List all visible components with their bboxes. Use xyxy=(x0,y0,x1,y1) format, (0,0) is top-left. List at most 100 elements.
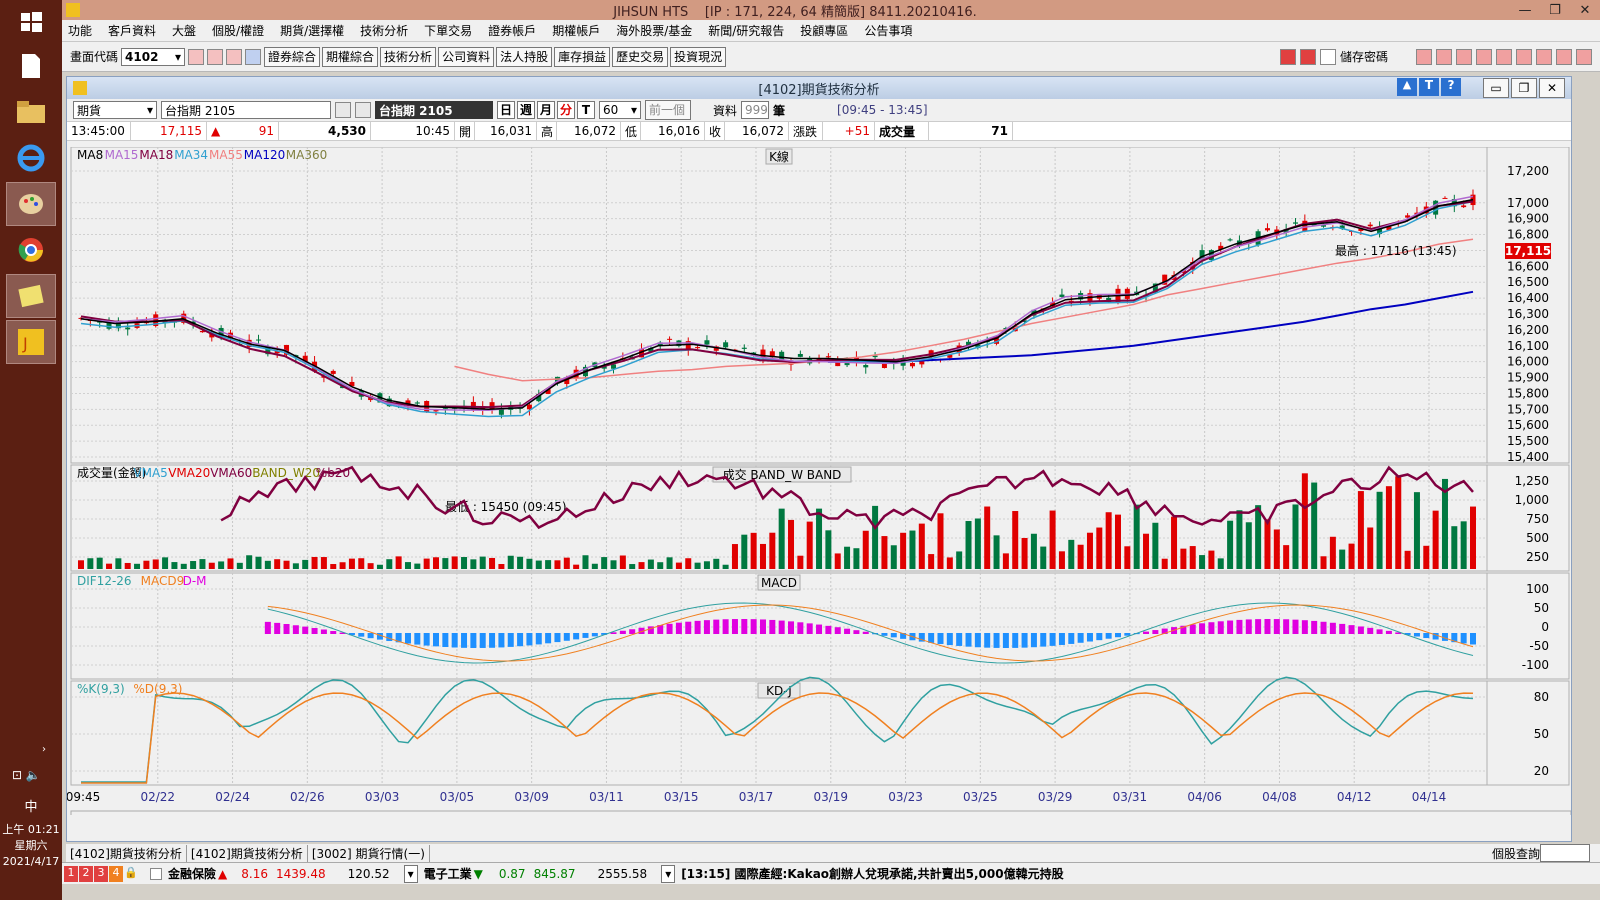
window-tab[interactable]: [3002] 期貨行情(一) xyxy=(308,844,430,862)
file-icon[interactable] xyxy=(6,44,56,88)
ticker-checkbox[interactable] xyxy=(150,867,162,880)
macd-bar xyxy=(1348,625,1355,634)
tool-icon[interactable] xyxy=(1556,48,1572,65)
macd-bar xyxy=(489,633,496,648)
macd-bar xyxy=(694,620,701,634)
tool-icon[interactable] xyxy=(1456,48,1472,65)
jihsun-hts-icon[interactable]: J xyxy=(6,320,56,364)
menu-item[interactable]: 客戶資料 xyxy=(108,22,156,39)
system-clock[interactable]: 上午 01:21 星期六 2021/4/17 xyxy=(0,822,62,870)
volume-bar xyxy=(1470,506,1476,569)
contract-select[interactable]: 台指期 2105 xyxy=(161,101,331,119)
save-password-checkbox[interactable] xyxy=(1319,48,1336,65)
toolbar-button[interactable]: 技術分析 xyxy=(380,46,437,67)
internet-explorer-icon[interactable] xyxy=(6,136,56,180)
macd-bar xyxy=(573,633,580,640)
volume-bar xyxy=(1273,529,1280,569)
toolbar-button[interactable]: 投資現況 xyxy=(670,46,727,67)
interval-select[interactable]: 60 ▾ xyxy=(599,101,641,119)
toolbar-button[interactable]: 歷史交易 xyxy=(612,46,669,67)
menu-item[interactable]: 下單交易 xyxy=(424,22,472,39)
price-tick: 15,900 xyxy=(1507,371,1549,385)
window-tab[interactable]: [4102]期貨技術分析 xyxy=(66,844,187,862)
menu-item[interactable]: 功能 xyxy=(68,22,92,39)
window-tab[interactable]: [4102]期貨技術分析 xyxy=(187,844,308,862)
notes-app-icon[interactable] xyxy=(6,274,56,318)
period-button[interactable]: 分 xyxy=(557,101,575,119)
screen-4-button[interactable]: 4 xyxy=(109,865,123,882)
volume-bar xyxy=(1348,543,1355,569)
close-icon[interactable] xyxy=(1576,48,1592,65)
last-price: 17,115 xyxy=(1505,244,1551,258)
tool-icon[interactable] xyxy=(1436,48,1452,65)
product-type-select[interactable]: 期貨 ▾ xyxy=(73,101,157,119)
quote-total-volume: 4,530 xyxy=(279,122,371,140)
dropdown-icon[interactable] xyxy=(245,48,262,65)
macd-bar xyxy=(1329,622,1336,634)
flag-icon[interactable] xyxy=(1299,48,1316,65)
period-button[interactable]: 週 xyxy=(517,101,535,119)
volume-bar xyxy=(292,563,299,569)
chrome-icon[interactable] xyxy=(6,228,56,272)
ticker-dropdown[interactable]: ▾ xyxy=(403,864,418,883)
lock-icon[interactable]: 🔒 xyxy=(124,866,138,882)
period-button[interactable]: 月 xyxy=(537,101,555,119)
windows-start-icon[interactable] xyxy=(6,0,56,44)
ime-indicator[interactable]: 中 xyxy=(0,796,62,815)
dropdown-arrow-icon[interactable] xyxy=(335,102,351,118)
macd-bar xyxy=(769,619,776,634)
print-icon[interactable] xyxy=(226,48,243,65)
tray-expand-icon[interactable]: › xyxy=(42,744,46,755)
news-ticker[interactable]: [13:15] 國際產經:Kakao創辦人兌現承諾,共計賣出5,000億韓元持股 xyxy=(681,865,1063,882)
macd-bar xyxy=(1189,624,1196,634)
open-value: 16,031 xyxy=(475,122,537,140)
close-button[interactable]: ✕ xyxy=(1570,3,1600,18)
volume-bar xyxy=(1030,533,1037,569)
search-icon[interactable] xyxy=(188,48,205,65)
menu-item[interactable]: 公告事項 xyxy=(864,22,912,39)
flag-icon[interactable] xyxy=(1279,48,1296,65)
toolbar-button[interactable]: 法人持股 xyxy=(496,46,553,67)
menu-item[interactable]: 投顧專區 xyxy=(800,22,848,39)
prev-button[interactable]: 前一個 xyxy=(645,100,691,120)
menu-item[interactable]: 大盤 xyxy=(172,22,196,39)
tool-icon[interactable] xyxy=(1476,48,1492,65)
volume-bar xyxy=(1376,491,1383,569)
menu-item[interactable]: 個股/權證 xyxy=(212,22,264,39)
macd-bar xyxy=(1143,631,1150,634)
file-explorer-icon[interactable] xyxy=(6,90,56,134)
tool-icon[interactable] xyxy=(1416,48,1432,65)
data-count-input[interactable]: 999 xyxy=(741,101,770,119)
paint-app-icon[interactable] xyxy=(6,182,56,226)
restore-button[interactable]: ❐ xyxy=(1540,3,1570,18)
window-icon[interactable] xyxy=(207,48,224,65)
toolbar-button[interactable]: 公司資料 xyxy=(438,46,495,67)
toolbar-button[interactable]: 期權綜合 xyxy=(322,46,379,67)
ticker-dropdown[interactable]: ▾ xyxy=(661,864,676,883)
menu-item[interactable]: 新聞/研究報告 xyxy=(708,22,784,39)
ticker-bar: 1 2 3 4 🔒 金融保險 ▲ 8.16 1439.48 120.52 ▾ 電… xyxy=(62,862,1600,884)
screen-2-button[interactable]: 2 xyxy=(79,865,93,882)
candle-body xyxy=(1227,239,1233,241)
menu-item[interactable]: 期貨/選擇權 xyxy=(280,22,344,39)
quick-query-input[interactable] xyxy=(1540,844,1590,862)
menu-item[interactable]: 期權帳戶 xyxy=(552,22,600,39)
period-button[interactable]: 日 xyxy=(497,101,515,119)
data-unit-label: 筆 xyxy=(773,103,786,118)
screen-1-button[interactable]: 1 xyxy=(64,865,78,882)
period-button[interactable]: T xyxy=(577,101,595,119)
search-icon[interactable] xyxy=(355,102,371,118)
tool-icon[interactable] xyxy=(1536,48,1552,65)
menu-item[interactable]: 證券帳戶 xyxy=(488,22,536,39)
minimize-button[interactable]: — xyxy=(1510,3,1540,18)
screen-3-button[interactable]: 3 xyxy=(94,865,108,882)
network-icon[interactable]: ⊡ 🔈 xyxy=(12,768,41,782)
code-input[interactable]: 4102 ▾ xyxy=(121,47,186,66)
tool-icon[interactable] xyxy=(1496,48,1512,65)
technical-chart[interactable]: 09:45 02/22 02/24 02/26 03/03 03/05 03/09 03/11… xyxy=(67,147,1571,815)
menu-item[interactable]: 技術分析 xyxy=(360,22,408,39)
tool-icon[interactable] xyxy=(1516,48,1532,65)
toolbar-button[interactable]: 證券綜合 xyxy=(264,46,321,67)
toolbar-button[interactable]: 庫存損益 xyxy=(554,46,611,67)
menu-item[interactable]: 海外股票/基金 xyxy=(616,22,692,39)
